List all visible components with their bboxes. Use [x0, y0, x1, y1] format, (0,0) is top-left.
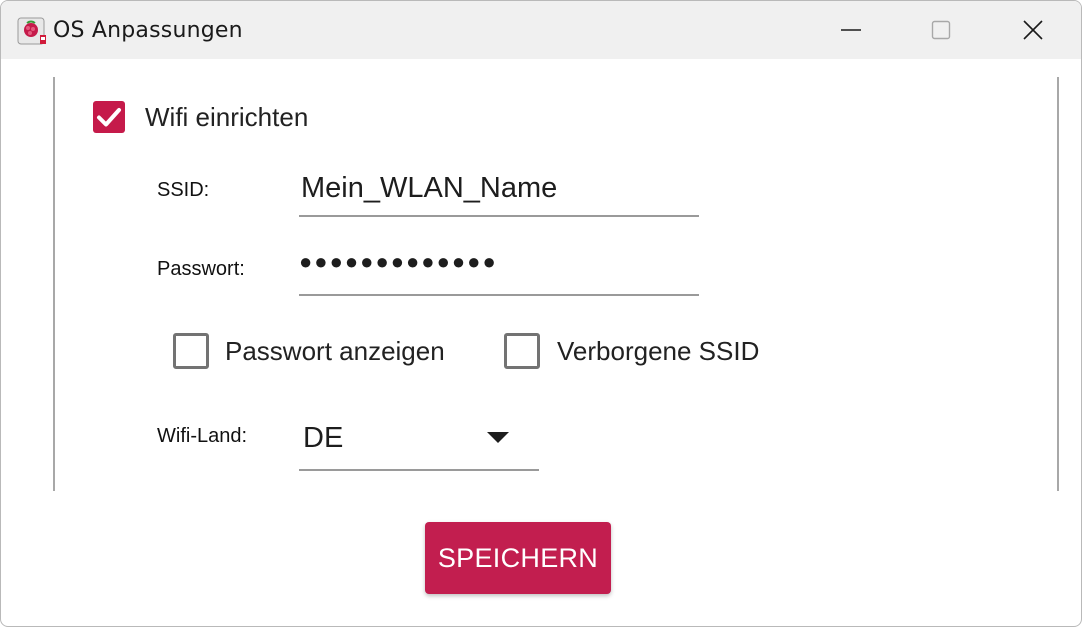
checkmark-icon — [97, 108, 121, 127]
close-icon — [1023, 20, 1043, 40]
close-button[interactable] — [987, 1, 1079, 59]
ssid-label: SSID: — [157, 179, 210, 201]
dropdown-arrow-icon — [487, 432, 509, 443]
window-title: OS Anpassungen — [53, 18, 243, 43]
minimize-icon — [841, 29, 861, 31]
wifi-country-value: DE — [303, 422, 344, 454]
password-input[interactable]: ●●●●●●●●●●●●● — [299, 239, 699, 296]
show-password-label: Passwort anzeigen — [225, 336, 445, 366]
maximize-button[interactable] — [895, 1, 987, 59]
os-customization-window: OS Anpassungen Wifi einrichten SSID: Pas — [0, 0, 1082, 627]
wifi-country-label: Wifi-Land: — [157, 425, 248, 447]
save-button[interactable]: SPEICHERN — [425, 522, 611, 594]
password-value: ●●●●●●●●●●●●● — [299, 249, 498, 274]
hidden-ssid-checkbox[interactable] — [504, 333, 540, 369]
maximize-icon — [931, 20, 951, 40]
minimize-button[interactable] — [805, 1, 897, 59]
ssid-input[interactable] — [299, 161, 699, 217]
hidden-ssid-label: Verborgene SSID — [557, 336, 760, 366]
wifi-enable-label: Wifi einrichten — [145, 102, 309, 132]
wifi-enable-checkbox[interactable] — [93, 101, 125, 133]
show-password-checkbox[interactable] — [173, 333, 209, 369]
raspberry-pi-imager-icon — [17, 17, 47, 45]
password-label: Passwort: — [157, 258, 245, 280]
wifi-country-select[interactable]: DE — [299, 411, 539, 471]
title-bar: OS Anpassungen — [1, 1, 1081, 59]
